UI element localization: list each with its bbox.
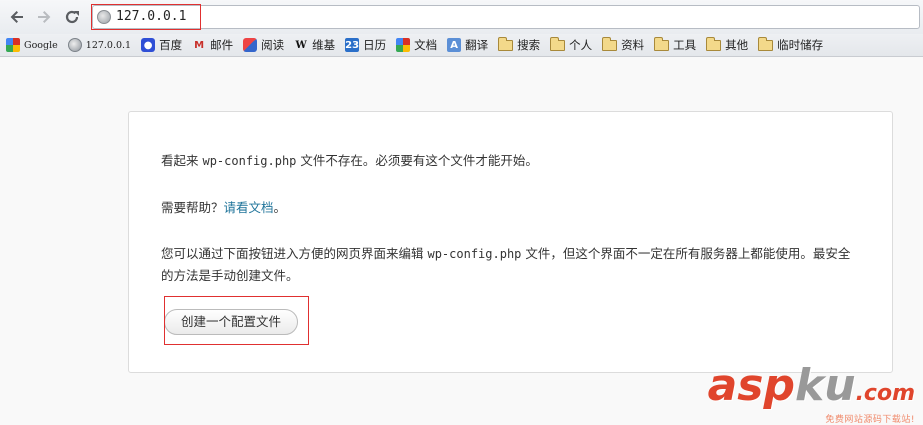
- bookmark-label: 资料: [621, 38, 645, 52]
- bookmark-folder-materials[interactable]: 资料: [596, 35, 648, 55]
- arrow-right-icon: [38, 11, 51, 23]
- bookmark-reader[interactable]: 阅读: [237, 35, 288, 55]
- globe-icon: [97, 10, 111, 24]
- bookmark-label: 文档: [414, 38, 438, 52]
- bookmark-mail[interactable]: M 邮件: [186, 35, 237, 55]
- bookmark-wiki[interactable]: W 维基: [288, 35, 339, 55]
- bookmark-label: 阅读: [261, 38, 285, 52]
- message-text: 文件不存在。必须要有这个文件才能开始。: [296, 153, 538, 168]
- missing-config-message: 看起来 wp-config.php 文件不存在。必须要有这个文件才能开始。: [161, 150, 861, 172]
- folder-icon: [758, 36, 774, 51]
- bookmarks-bar: Google 127.0.0.1 ● 百度 M 邮件 阅读 W 维基 23 日历…: [0, 34, 923, 57]
- translate-icon: A: [447, 38, 462, 52]
- docs-link[interactable]: 请看文档: [224, 200, 274, 215]
- reload-icon: [65, 10, 79, 24]
- bookmark-label: 127.0.0.1: [85, 39, 132, 51]
- paw-icon: ●: [141, 38, 156, 52]
- create-config-button[interactable]: 创建一个配置文件: [164, 309, 298, 335]
- bookmark-calendar[interactable]: 23 日历: [339, 35, 390, 55]
- bookmark-label: 个人: [569, 38, 593, 52]
- setup-card: 看起来 wp-config.php 文件不存在。必须要有这个文件才能开始。 需要…: [128, 111, 893, 373]
- folder-icon: [654, 36, 670, 51]
- bookmark-label: 日历: [363, 38, 387, 52]
- bookmark-folder-temp[interactable]: 临时储存: [752, 35, 827, 55]
- arrow-left-icon: [10, 11, 23, 23]
- bookmark-translate[interactable]: A 翻译: [441, 35, 492, 55]
- google-icon: [6, 38, 20, 52]
- bookmark-folder-other[interactable]: 其他: [700, 35, 752, 55]
- help-message: 需要帮助？请看文档。: [161, 197, 861, 218]
- back-button[interactable]: [6, 6, 28, 28]
- help-text-end: 。: [273, 200, 287, 215]
- watermark-text: aspku.com: [707, 360, 915, 411]
- reload-button[interactable]: [61, 6, 83, 28]
- bookmark-folder-tools[interactable]: 工具: [648, 35, 700, 55]
- bookmark-label: 百度: [159, 38, 183, 52]
- bookmark-label: 邮件: [210, 38, 234, 52]
- url-text[interactable]: 127.0.0.1: [116, 9, 186, 24]
- wikipedia-icon: W: [295, 39, 307, 51]
- gmail-icon: M: [194, 39, 205, 51]
- message-text: 您可以通过下面按钮进入方便的网页界面来编辑: [161, 246, 428, 261]
- config-filename: wp-config.php: [427, 247, 522, 261]
- folder-icon: [498, 36, 514, 51]
- bookmark-google[interactable]: Google: [0, 35, 62, 55]
- folder-icon: [602, 36, 618, 51]
- calendar-icon: 23: [345, 38, 360, 52]
- bookmark-docs[interactable]: 文档: [390, 35, 441, 55]
- address-bar[interactable]: 127.0.0.1: [92, 5, 920, 29]
- help-text: 需要帮助？: [161, 200, 224, 215]
- bookmark-label: Google: [24, 39, 58, 51]
- watermark-logo: aspku.com 免费网站源码下载站!: [707, 360, 915, 425]
- web-setup-message: 您可以通过下面按钮进入方便的网页界面来编辑 wp-config.php 文件，但…: [161, 243, 861, 286]
- bookmark-folder-personal[interactable]: 个人: [544, 35, 596, 55]
- bookmark-label: 搜索: [517, 38, 541, 52]
- docs-icon: [396, 38, 411, 52]
- bookmark-label: 维基: [312, 38, 336, 52]
- message-text: 看起来: [161, 153, 203, 168]
- forward-button[interactable]: [33, 6, 55, 28]
- globe-icon: [67, 38, 82, 52]
- bookmark-localhost[interactable]: 127.0.0.1: [62, 35, 135, 55]
- config-filename: wp-config.php: [202, 154, 297, 168]
- bookmark-label: 临时储存: [777, 38, 824, 52]
- folder-icon: [550, 36, 566, 51]
- bookmark-baidu[interactable]: ● 百度: [135, 35, 186, 55]
- bookmark-label: 翻译: [465, 38, 489, 52]
- browser-toolbar: 127.0.0.1: [0, 0, 923, 34]
- reader-icon: [243, 38, 258, 52]
- bookmark-folder-search[interactable]: 搜索: [492, 35, 544, 55]
- folder-icon: [706, 36, 722, 51]
- bookmark-label: 其他: [725, 38, 749, 52]
- bookmark-label: 工具: [673, 38, 697, 52]
